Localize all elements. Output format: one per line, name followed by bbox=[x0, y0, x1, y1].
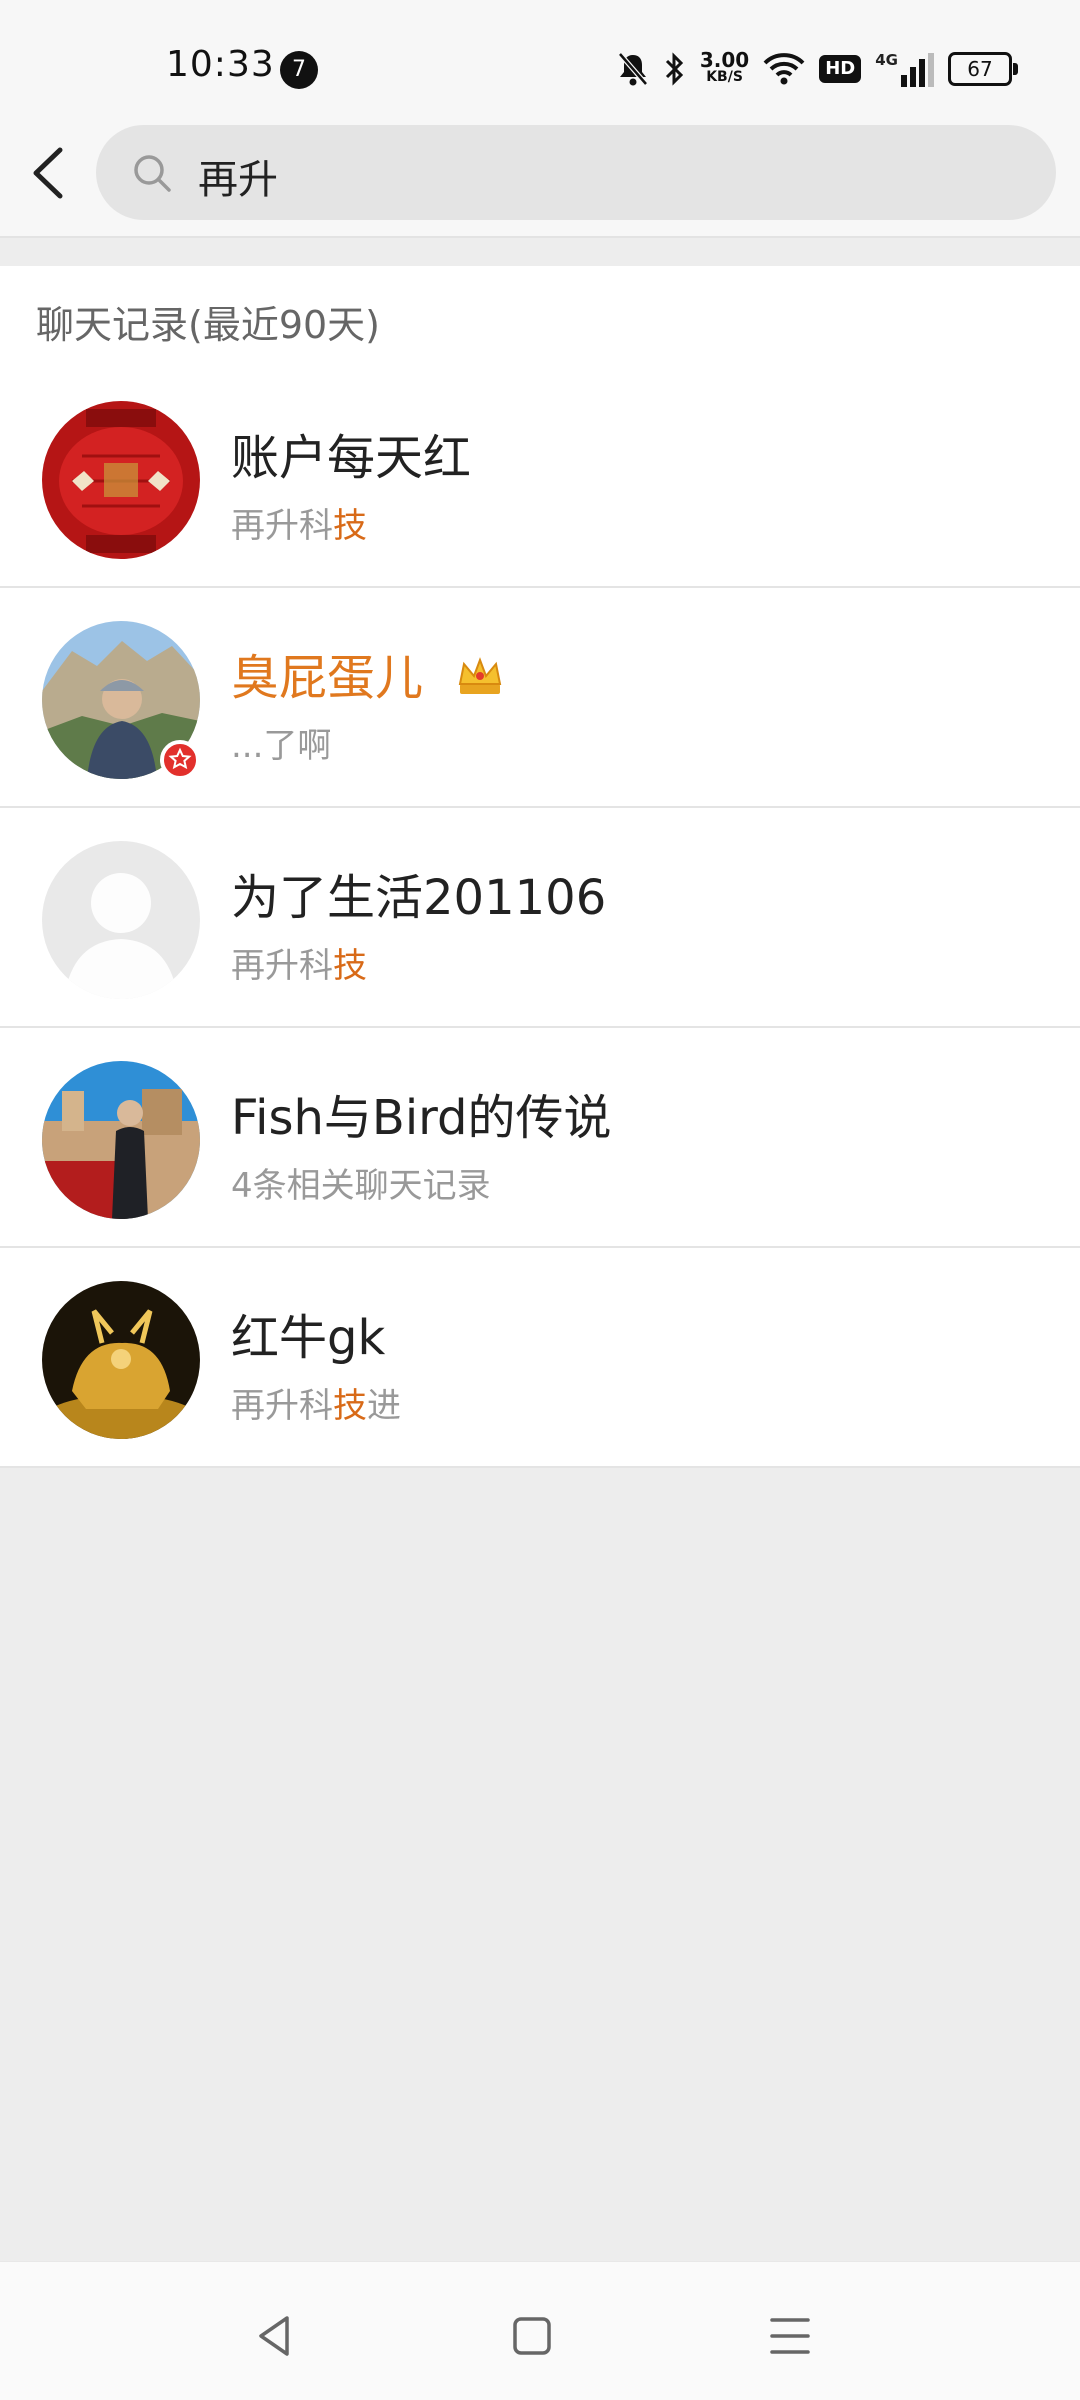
system-nav-bar bbox=[0, 2261, 1080, 2400]
search-input[interactable]: 再升 bbox=[96, 125, 1056, 220]
matched-message-text-after: 进 bbox=[367, 1386, 401, 1426]
search-icon bbox=[134, 155, 171, 192]
contact-name: 红牛gk bbox=[231, 1310, 386, 1366]
matched-message: 再升科技 bbox=[231, 498, 367, 547]
mute-bell-icon bbox=[617, 52, 648, 86]
section-title: 聊天记录(最近90天) bbox=[36, 303, 381, 347]
signal-bar bbox=[901, 75, 907, 87]
matched-message-text: 再升科 bbox=[231, 1386, 333, 1426]
nav-back-icon[interactable] bbox=[245, 2306, 305, 2366]
back-arrow-icon[interactable] bbox=[22, 138, 78, 208]
related-records-count: 4条相关聊天记录 bbox=[231, 1166, 491, 1206]
matched-message: 再升科技 bbox=[231, 938, 367, 987]
status-bar: 10:33 7 3.00 KB/S HD 4G 67 bbox=[0, 0, 1080, 120]
nav-menu-icon[interactable] bbox=[760, 2306, 820, 2366]
search-query-text[interactable]: 再升 bbox=[198, 147, 278, 205]
result-row[interactable]: 红牛gk 再升科技进 bbox=[0, 1248, 1080, 1468]
contact-name: 臭屁蛋儿 bbox=[231, 650, 424, 706]
avatar bbox=[42, 1061, 200, 1219]
notification-badge: 7 bbox=[280, 51, 318, 89]
signal-bar bbox=[928, 53, 934, 87]
clock: 10:33 bbox=[166, 44, 275, 85]
matched-message: ...了啊 bbox=[231, 726, 332, 766]
search-header: 再升 bbox=[0, 120, 1080, 238]
wifi-icon bbox=[763, 53, 805, 85]
cell-signal: 4G bbox=[875, 51, 934, 87]
signal-type: 4G bbox=[875, 51, 898, 69]
chat-history-section-header: 聊天记录(最近90天) bbox=[0, 266, 1080, 370]
network-speed-value: 3.00 bbox=[699, 48, 750, 72]
nav-home-icon[interactable] bbox=[502, 2306, 562, 2366]
avatar-placeholder bbox=[42, 841, 200, 999]
contact-name: 账户每天红 bbox=[231, 430, 472, 486]
matched-message-text: 再升科 bbox=[231, 506, 333, 546]
highlight-text: 技 bbox=[333, 506, 367, 546]
status-icons: 3.00 KB/S HD 4G 67 bbox=[616, 46, 1018, 92]
matched-message-text: 再升科 bbox=[231, 946, 333, 986]
hd-indicator: HD bbox=[819, 55, 862, 83]
star-badge-icon bbox=[160, 740, 200, 780]
result-row[interactable]: 为了生活201106 再升科技 bbox=[0, 808, 1080, 1028]
avatar bbox=[42, 1281, 200, 1439]
contact-name: 为了生活201106 bbox=[231, 870, 607, 926]
highlight-text: 技 bbox=[333, 1386, 367, 1426]
contact-name: Fish与Bird的传说 bbox=[231, 1090, 612, 1146]
result-row[interactable]: 臭屁蛋儿 ...了啊 bbox=[0, 588, 1080, 808]
signal-bar bbox=[919, 59, 925, 87]
network-speed-unit: KB/S bbox=[706, 69, 743, 85]
battery-indicator: 67 bbox=[948, 52, 1018, 86]
avatar bbox=[42, 401, 200, 559]
search-results-list: 账户每天红 再升科技 臭屁蛋儿 ...了啊 为了生活201106 再升科技 Fi… bbox=[0, 368, 1080, 1468]
bluetooth-icon bbox=[665, 52, 683, 86]
crown-icon bbox=[458, 657, 502, 694]
signal-bar bbox=[910, 67, 916, 87]
network-speed: 3.00 KB/S bbox=[699, 48, 750, 86]
result-row[interactable]: 账户每天红 再升科技 bbox=[0, 368, 1080, 588]
matched-message: 再升科技进 bbox=[231, 1378, 401, 1427]
highlight-text: 技 bbox=[333, 946, 367, 986]
result-row[interactable]: Fish与Bird的传说 4条相关聊天记录 bbox=[0, 1028, 1080, 1248]
